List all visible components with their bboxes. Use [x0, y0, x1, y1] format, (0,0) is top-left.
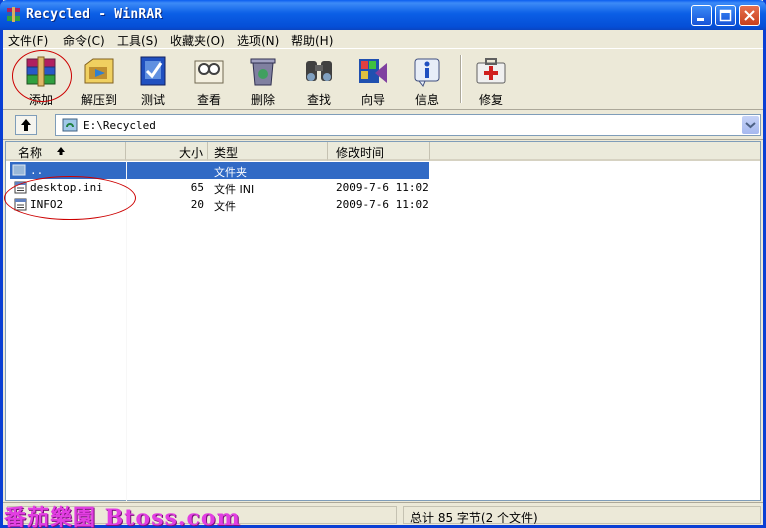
wizard-label: 向导 [360, 93, 385, 107]
column-header-name[interactable]: 名称 [6, 142, 126, 161]
menu-tools[interactable]: 工具(S) [117, 32, 158, 49]
find-icon [306, 61, 332, 81]
annotation-circle-add [12, 50, 72, 102]
extract-to-label: 解压到 [80, 93, 117, 107]
up-arrow-icon [21, 119, 31, 131]
maximize-button[interactable] [715, 5, 736, 26]
column-divider [126, 161, 127, 501]
minimize-icon [697, 18, 704, 21]
annotation-circle-files [4, 176, 136, 220]
menu-command[interactable]: 命令(C) [63, 32, 105, 49]
title-bar[interactable]: Recycled - WinRAR [0, 0, 766, 30]
info-button[interactable]: 信息 [401, 51, 453, 107]
recycle-folder-icon [62, 118, 78, 132]
menu-help[interactable]: 帮助(H) [291, 32, 333, 49]
menu-options[interactable]: 选项(N) [237, 32, 279, 49]
column-type-label: 类型 [214, 146, 239, 160]
close-icon [744, 10, 755, 21]
find-button[interactable]: 查找 [293, 51, 345, 107]
delete-button[interactable]: 删除 [237, 51, 289, 107]
chevron-down-icon [745, 122, 756, 129]
view-icon [194, 60, 224, 84]
column-header-filler [430, 142, 760, 161]
status-right-pane: 总计 85 字节(2 个文件) [403, 506, 761, 525]
address-dropdown-button[interactable] [742, 116, 759, 134]
delete-label: 删除 [250, 93, 275, 107]
sort-up-arrow-icon [57, 147, 65, 155]
minimize-button[interactable] [691, 5, 712, 26]
column-modified-label: 修改时间 [336, 146, 385, 160]
file-type: 文件 [214, 200, 236, 213]
extract-to-button[interactable]: 解压到 [73, 51, 125, 107]
column-header-size[interactable]: 大小 [126, 142, 208, 161]
toolbar-separator [460, 55, 462, 103]
maximize-icon [719, 9, 732, 22]
menu-file[interactable]: 文件(F) [8, 32, 48, 49]
address-field[interactable]: E:\Recycled [55, 114, 761, 136]
status-summary: 总计 85 字节(2 个文件) [410, 511, 538, 525]
test-label: 测试 [140, 93, 165, 107]
address-bar: E:\Recycled [3, 110, 763, 140]
file-type: 文件 INI [214, 183, 255, 196]
winrar-window: Recycled - WinRAR 文件(F) 命令(C) 工具(S) 收藏夹(… [0, 0, 766, 528]
file-size: 65 [190, 181, 204, 194]
menu-bar: 文件(F) 命令(C) 工具(S) 收藏夹(O) 选项(N) 帮助(H) [3, 30, 763, 48]
wizard-icon [359, 59, 387, 83]
file-modified: 2009-7-6 11:02 [336, 181, 429, 194]
column-header-modified[interactable]: 修改时间 [328, 142, 430, 161]
test-icon [140, 56, 166, 86]
wizard-button[interactable]: 向导 [347, 51, 399, 107]
column-name-label: 名称 [18, 146, 43, 160]
up-folder-button[interactable] [15, 115, 37, 135]
parent-folder-icon [12, 164, 26, 176]
winrar-app-icon [7, 7, 20, 22]
test-button[interactable]: 测试 [127, 51, 179, 107]
close-button[interactable] [739, 5, 760, 26]
info-label: 信息 [414, 93, 439, 107]
repair-icon [476, 58, 506, 84]
repair-label: 修复 [478, 93, 503, 107]
view-button[interactable]: 查看 [183, 51, 235, 107]
column-size-label: 大小 [178, 146, 203, 160]
file-name: .. [30, 164, 44, 177]
address-path: E:\Recycled [83, 119, 156, 132]
extract-to-icon [84, 58, 114, 84]
find-label: 查找 [306, 93, 331, 107]
info-icon [414, 58, 440, 87]
menu-favorites[interactable]: 收藏夹(O) [170, 32, 225, 49]
file-modified: 2009-7-6 11:02 [336, 198, 429, 211]
column-header-type[interactable]: 类型 [208, 142, 328, 161]
repair-button[interactable]: 修复 [465, 51, 517, 107]
delete-icon [250, 58, 276, 86]
watermark: 番茄樂園 Btoss.com [4, 505, 241, 528]
toolbar: 添加 解压到 测试 查看 删除 查找 向导 信息 修复 [3, 48, 763, 110]
window-title: Recycled - WinRAR [26, 7, 163, 22]
file-type: 文件夹 [214, 166, 247, 179]
file-size: 20 [190, 198, 204, 211]
view-label: 查看 [196, 93, 221, 107]
